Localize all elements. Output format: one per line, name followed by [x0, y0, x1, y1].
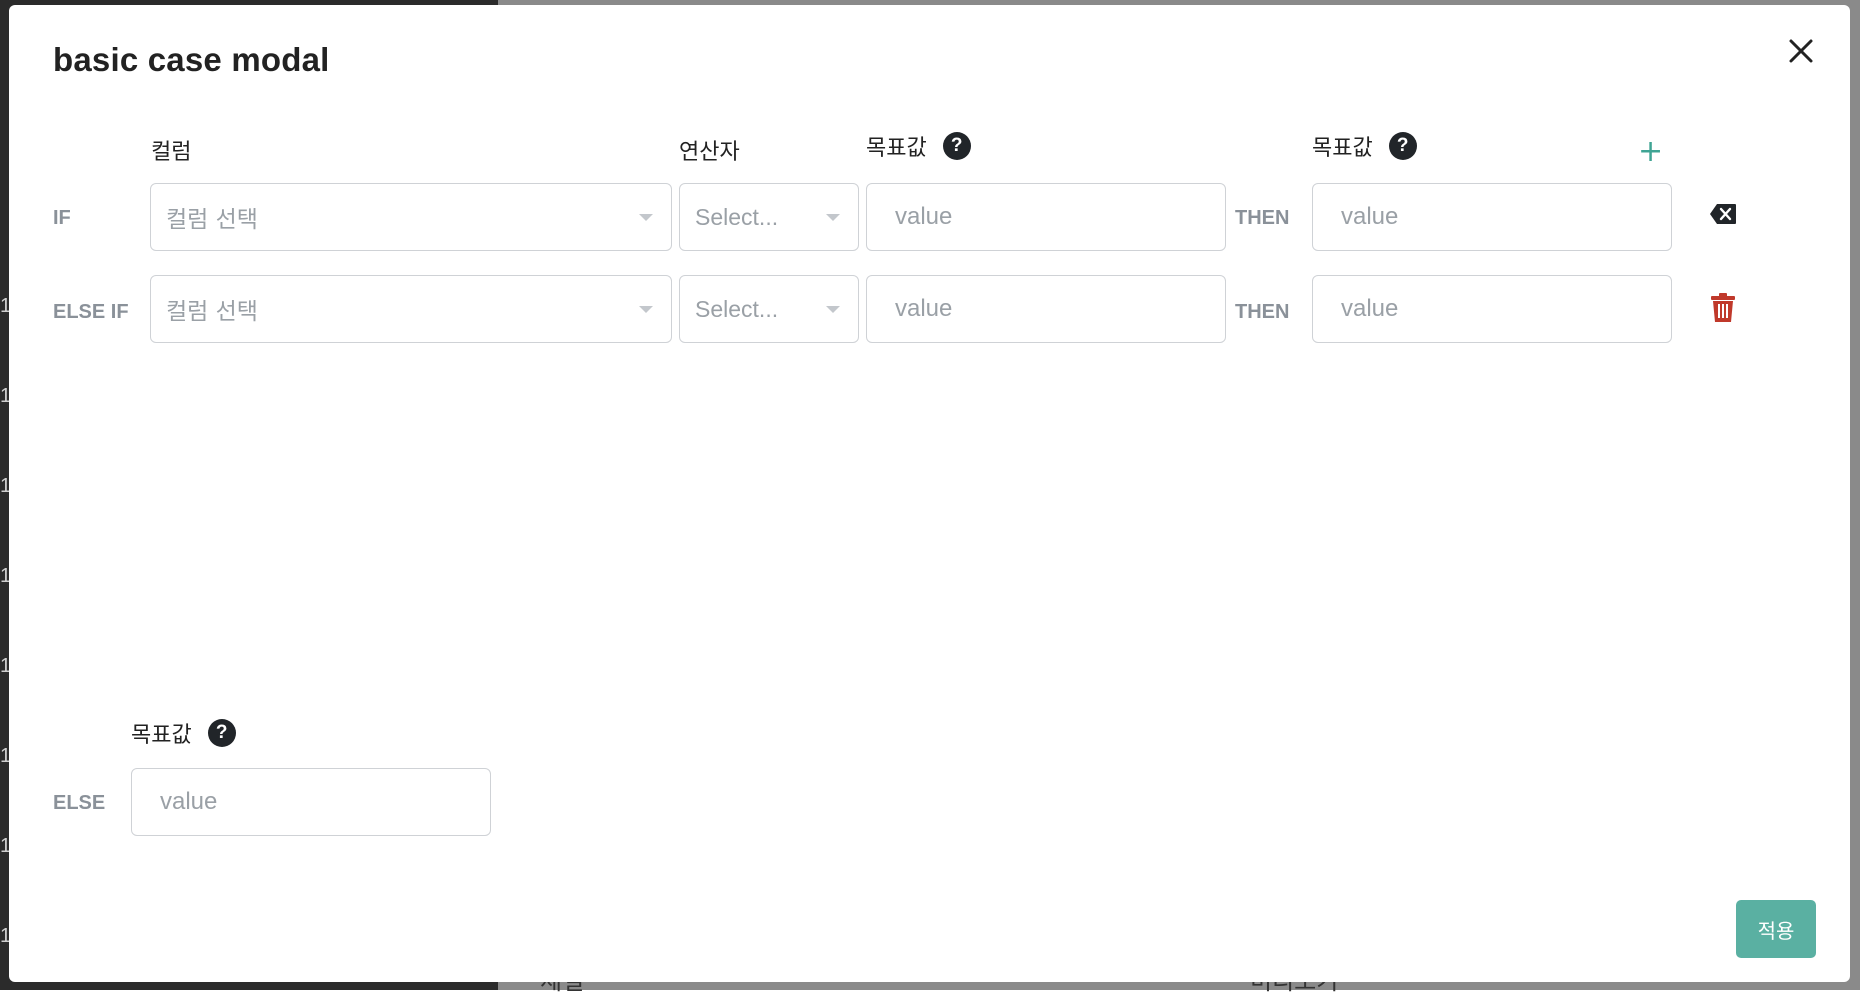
chevron-down-icon: [826, 214, 840, 221]
close-icon: [1789, 39, 1813, 63]
column-select[interactable]: 컬럼 선택: [150, 183, 672, 251]
column-select[interactable]: 컬럼 선택: [150, 275, 672, 343]
target-value-header-label: 목표값: [866, 136, 927, 161]
then-value-header: 목표값 ?: [1312, 130, 1417, 162]
case-modal: basic case modal 컬럼 연산자 목표값 ? 목표값 ? + IF…: [9, 5, 1850, 982]
operator-select[interactable]: Select...: [679, 183, 859, 251]
apply-button[interactable]: 적용: [1736, 900, 1816, 958]
then-label: THEN: [1235, 207, 1290, 229]
target-value-header: 목표값 ?: [866, 130, 971, 162]
operator-select-placeholder: Select...: [695, 203, 779, 230]
if-label: IF: [53, 207, 71, 229]
close-button[interactable]: [1783, 33, 1819, 69]
help-icon[interactable]: ?: [942, 132, 971, 160]
operator-select-placeholder: Select...: [695, 295, 779, 322]
else-value-header-label: 목표값: [131, 723, 192, 748]
trash-icon: [1711, 293, 1735, 322]
help-icon[interactable]: ?: [207, 719, 236, 747]
else-value-header: 목표값 ?: [131, 717, 236, 749]
modal-title: basic case modal: [53, 41, 330, 78]
condition-value-input[interactable]: [866, 183, 1226, 251]
chevron-down-icon: [639, 214, 653, 221]
condition-value-input[interactable]: [866, 275, 1226, 343]
clear-row-button[interactable]: [1709, 203, 1737, 229]
operator-header-label: 연산자: [679, 140, 740, 165]
column-select-placeholder: 컬럼 선택: [166, 207, 258, 233]
else-if-label: ELSE IF: [53, 301, 129, 323]
column-header: 컬럼: [151, 134, 191, 166]
then-value-input[interactable]: [1312, 183, 1672, 251]
operator-select[interactable]: Select...: [679, 275, 859, 343]
delete-row-button[interactable]: [1710, 293, 1736, 327]
else-label: ELSE: [53, 792, 106, 814]
column-select-placeholder: 컬럼 선택: [166, 299, 258, 325]
backspace-icon: [1710, 204, 1736, 224]
add-condition-button[interactable]: +: [1638, 137, 1663, 167]
chevron-down-icon: [826, 306, 840, 313]
then-value-input[interactable]: [1312, 275, 1672, 343]
help-icon[interactable]: ?: [1388, 132, 1417, 160]
then-label: THEN: [1235, 301, 1290, 323]
column-header-label: 컬럼: [151, 140, 192, 165]
chevron-down-icon: [639, 306, 653, 313]
then-value-header-label: 목표값: [1312, 136, 1373, 161]
operator-header: 연산자: [679, 134, 740, 166]
else-value-input[interactable]: [131, 768, 491, 836]
